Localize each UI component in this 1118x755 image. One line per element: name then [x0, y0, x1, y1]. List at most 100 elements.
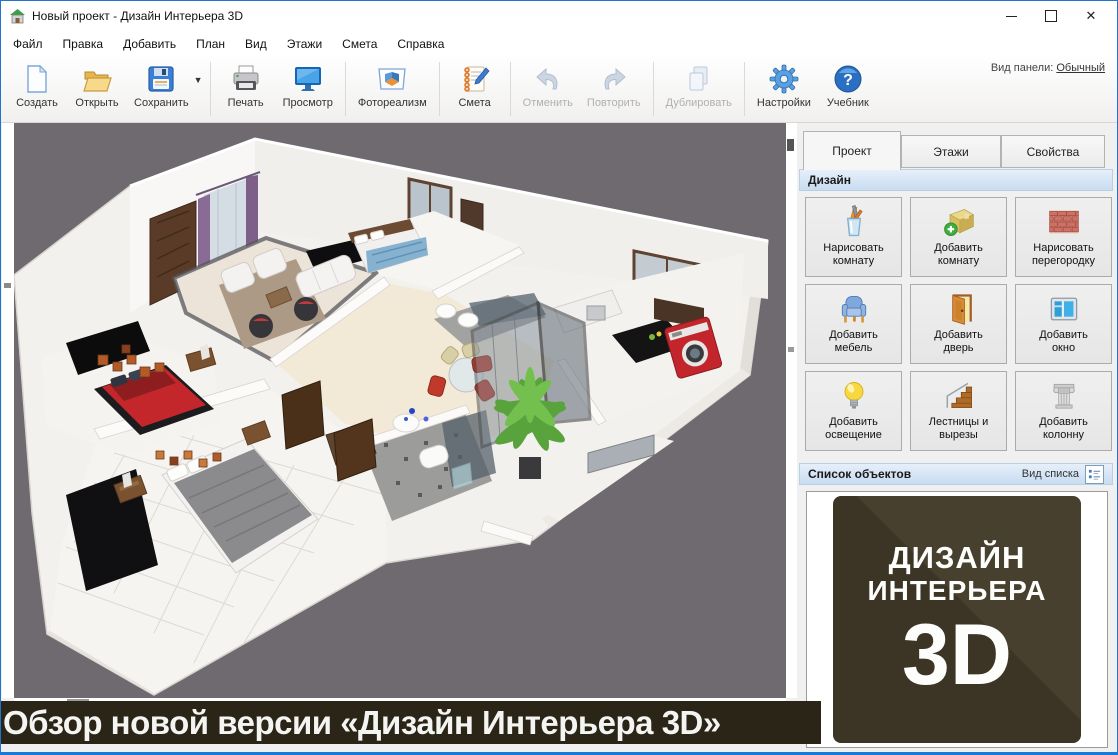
tutorial-button[interactable]: ? Учебник [818, 61, 878, 112]
toolbar-separator [653, 62, 654, 116]
svg-text:?: ? [843, 72, 853, 89]
brand-line1: ДИЗАЙН [889, 541, 1026, 575]
menu-view[interactable]: Вид [235, 33, 277, 55]
brand-image: ДИЗАЙН ИНТЕРЬЕРА 3D [833, 496, 1081, 743]
draw-partition-button[interactable]: Нарисоватьперегородку [1015, 197, 1112, 277]
tutorial-label: Учебник [827, 97, 869, 109]
settings-button[interactable]: Настройки [750, 61, 818, 112]
photorealism-icon [377, 64, 407, 94]
tab-project[interactable]: Проект [803, 131, 901, 170]
stairs-icon [941, 378, 977, 414]
menu-estimate[interactable]: Смета [332, 33, 387, 55]
app-icon [9, 8, 26, 24]
stairs-label: Лестницы ивырезы [929, 416, 989, 442]
add-column-icon [1046, 378, 1082, 414]
objects-section-title: Список объектов [808, 467, 1022, 481]
add-light-label: Добавитьосвещение [825, 416, 882, 442]
print-button[interactable]: Печать [216, 61, 276, 112]
canvas-left-scrollbar[interactable] [2, 123, 14, 698]
minimize-button[interactable] [991, 3, 1031, 29]
list-view-icon[interactable] [1085, 465, 1104, 484]
add-furniture-button[interactable]: Добавитьмебель [805, 284, 902, 364]
tab-floors[interactable]: Этажи [901, 135, 1001, 168]
brand-line3: 3D [902, 611, 1012, 699]
caption-text: Обзор новой версии «Дизайн Интерьера 3D» [1, 704, 721, 742]
preview-label: Просмотр [283, 97, 333, 109]
panel-view-label: Вид панели: [991, 62, 1053, 74]
save-button[interactable]: Сохранить [127, 61, 196, 112]
menu-edit[interactable]: Правка [53, 33, 114, 55]
title-bar: Новый проект - Дизайн Интерьера 3D ✕ [1, 1, 1117, 31]
tab-label: Проект [832, 144, 872, 158]
add-light-icon [836, 378, 872, 414]
toolbar-separator [345, 62, 346, 116]
video-caption-overlay: Обзор новой версии «Дизайн Интерьера 3D» [1, 701, 821, 744]
settings-icon [769, 64, 799, 94]
toolbar-separator [210, 62, 211, 116]
photorealism-label: Фотореализм [358, 97, 427, 109]
close-icon: ✕ [1086, 8, 1097, 24]
menu-add[interactable]: Добавить [113, 33, 186, 55]
estimate-button[interactable]: Смета [445, 61, 505, 112]
scrollbar-thumb[interactable] [787, 139, 794, 151]
add-column-button[interactable]: Добавитьколонну [1015, 371, 1112, 451]
add-room-label: Добавитькомнату [934, 242, 983, 268]
window-title: Новый проект - Дизайн Интерьера 3D [32, 9, 243, 23]
menu-plan[interactable]: План [186, 33, 235, 55]
photorealism-button[interactable]: Фотореализм [351, 61, 434, 112]
add-window-button[interactable]: Добавитьокно [1015, 284, 1112, 364]
open-button[interactable]: Открыть [67, 61, 127, 112]
tab-label: Этажи [933, 145, 968, 159]
toolbar-separator [439, 62, 440, 116]
list-view-switch[interactable]: Вид списка [1022, 465, 1104, 484]
new-document-icon [22, 64, 52, 94]
stairs-button[interactable]: Лестницы ивырезы [910, 371, 1007, 451]
preview-button[interactable]: Просмотр [276, 61, 340, 112]
undo-button[interactable]: Отменить [516, 61, 580, 112]
redo-icon [599, 64, 629, 94]
scrollbar-thumb[interactable] [788, 347, 794, 352]
right-panel: Проект Этажи Свойства Дизайн Нарисоватьк… [797, 123, 1118, 755]
tutorial-icon: ? [833, 64, 863, 94]
maximize-button[interactable] [1031, 3, 1071, 29]
menu-help[interactable]: Справка [387, 33, 454, 55]
print-icon [231, 64, 261, 94]
draw-room-icon [836, 204, 872, 240]
duplicate-icon [684, 64, 714, 94]
redo-label: Повторить [587, 97, 641, 109]
toolbar: Создать Открыть Сохранить ▼ Печать Просм… [1, 57, 1117, 123]
toolbar-separator [510, 62, 511, 116]
canvas-right-scrollbar[interactable] [786, 123, 797, 698]
duplicate-button[interactable]: Дублировать [659, 61, 739, 112]
redo-button[interactable]: Повторить [580, 61, 648, 112]
design-buttons-grid: Нарисоватькомнату Добавитькомнату Нарисо… [805, 197, 1111, 451]
preview-icon [293, 64, 323, 94]
close-button[interactable]: ✕ [1071, 3, 1111, 29]
save-dropdown-arrow-icon[interactable]: ▼ [194, 75, 203, 85]
add-light-button[interactable]: Добавитьосвещение [805, 371, 902, 451]
tab-properties[interactable]: Свойства [1001, 135, 1105, 168]
toolbar-separator [744, 62, 745, 116]
menu-floors[interactable]: Этажи [277, 33, 332, 55]
new-button[interactable]: Создать [7, 61, 67, 112]
add-room-button[interactable]: Добавитькомнату [910, 197, 1007, 277]
menu-file[interactable]: Файл [3, 33, 53, 55]
menu-bar: Файл Правка Добавить План Вид Этажи Смет… [1, 31, 1117, 57]
floorplan-3d-view[interactable] [14, 123, 786, 698]
estimate-icon [460, 64, 490, 94]
add-window-label: Добавитьокно [1039, 329, 1088, 355]
draw-room-button[interactable]: Нарисоватькомнату [805, 197, 902, 277]
scrollbar-thumb[interactable] [4, 283, 11, 288]
open-label: Открыть [75, 97, 118, 109]
add-room-icon [941, 204, 977, 240]
save-icon [146, 64, 176, 94]
add-door-button[interactable]: Добавитьдверь [910, 284, 1007, 364]
objects-list[interactable]: ДИЗАЙН ИНТЕРЬЕРА 3D [806, 491, 1108, 748]
undo-label: Отменить [523, 97, 573, 109]
panel-view-value[interactable]: Обычный [1056, 62, 1105, 74]
open-folder-icon [82, 64, 112, 94]
maximize-icon [1045, 10, 1057, 22]
add-column-label: Добавитьколонну [1039, 416, 1088, 442]
panel-view-switch[interactable]: Вид панели: Обычный [991, 62, 1105, 74]
save-label: Сохранить [134, 97, 189, 109]
